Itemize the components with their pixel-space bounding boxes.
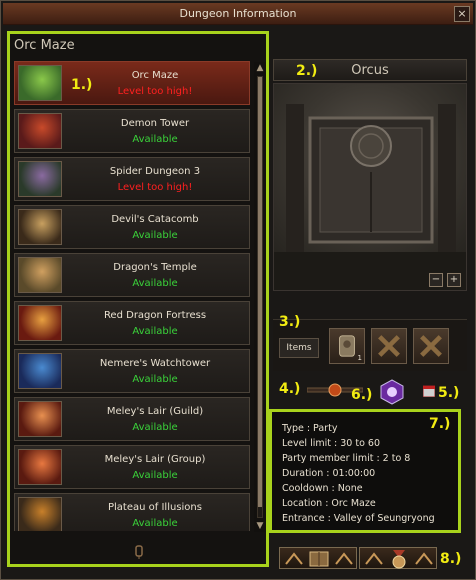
gate-icon bbox=[285, 551, 353, 567]
dungeon-list-item[interactable]: Spider Dungeon 3 Level too high! bbox=[14, 157, 250, 201]
dungeon-thumbnail-icon bbox=[18, 113, 62, 149]
zoom-in-button[interactable]: + bbox=[447, 273, 461, 287]
dungeon-thumbnail-icon bbox=[18, 401, 62, 437]
dungeon-name: Meley's Lair (Group) bbox=[104, 454, 206, 465]
dungeon-name: Spider Dungeon 3 bbox=[109, 166, 201, 177]
dungeon-list-item[interactable]: Meley's Lair (Guild) Available bbox=[14, 397, 250, 441]
items-row: Items 1 bbox=[273, 319, 467, 371]
info-line: Party member limit : 2 to 8 bbox=[282, 453, 411, 464]
scroll-track[interactable] bbox=[257, 76, 263, 518]
key-item-icon bbox=[339, 335, 355, 357]
dungeon-status: Available bbox=[132, 134, 178, 145]
dungeon-list-item[interactable]: Meley's Lair (Group) Available bbox=[14, 445, 250, 489]
marker-5: 5.) bbox=[438, 385, 460, 401]
zoom-out-button[interactable]: − bbox=[429, 273, 443, 287]
dungeon-status: Available bbox=[132, 374, 178, 385]
dungeon-status: Level too high! bbox=[117, 182, 193, 193]
dungeon-status: Available bbox=[132, 326, 178, 337]
dungeon-thumbnail-icon bbox=[18, 161, 62, 197]
marker-6: 6.) bbox=[351, 387, 373, 403]
scroll-thumb[interactable] bbox=[258, 77, 262, 507]
info-line: Duration : 01:00:00 bbox=[282, 468, 376, 479]
marker-7: 7.) bbox=[429, 416, 451, 432]
scroll-up-icon[interactable]: ▲ bbox=[254, 62, 266, 74]
dungeon-status: Available bbox=[132, 278, 178, 289]
marker-3: 3.) bbox=[279, 314, 301, 330]
marker-8: 8.) bbox=[440, 551, 462, 567]
dungeon-name: Dragon's Temple bbox=[113, 262, 197, 273]
info-line: Location : Orc Maze bbox=[282, 498, 376, 509]
dungeon-status: Available bbox=[132, 230, 178, 241]
selected-dungeon-header: Orc Maze bbox=[14, 38, 75, 53]
dungeon-list-item[interactable]: Red Dragon Fortress Available bbox=[14, 301, 250, 345]
dungeon-list-panel: Orc Maze Orc Maze Level too high! Demon To… bbox=[7, 31, 269, 567]
calendar-icon[interactable] bbox=[423, 385, 435, 397]
dungeon-status: Available bbox=[132, 470, 178, 481]
dungeon-name: Demon Tower bbox=[120, 118, 190, 129]
medal-icon bbox=[365, 550, 433, 569]
dungeon-name: Plateau of Illusions bbox=[108, 502, 202, 513]
dungeon-list-item[interactable]: Orc Maze Level too high! bbox=[14, 61, 250, 105]
dungeon-list-item[interactable]: Dragon's Temple Available bbox=[14, 253, 250, 297]
empty-slot-icon bbox=[378, 335, 400, 357]
info-line: Level limit : 30 to 60 bbox=[282, 438, 380, 449]
info-line: Entrance : Valley of Seungryong bbox=[282, 513, 435, 524]
dungeon-info-window: Dungeon Information × Orc Maze Orc Maze L… bbox=[0, 0, 476, 580]
dungeon-list-item[interactable]: Devil's Catacomb Available bbox=[14, 205, 250, 249]
empty-slot-icon bbox=[420, 335, 442, 357]
dungeon-thumbnail-icon bbox=[18, 209, 62, 245]
dungeon-name: Red Dragon Fortress bbox=[103, 310, 207, 321]
marker-2: 2.) bbox=[296, 63, 318, 79]
ranking-button[interactable] bbox=[359, 547, 437, 569]
dungeon-preview-image bbox=[273, 83, 467, 291]
item-slot-key[interactable]: 1 bbox=[329, 328, 365, 364]
lantern-icon bbox=[134, 544, 144, 560]
enter-dungeon-button[interactable] bbox=[279, 547, 357, 569]
info-line: Cooldown : None bbox=[282, 483, 363, 494]
window-title: Dungeon Information bbox=[179, 7, 297, 20]
dungeon-thumbnail-icon bbox=[18, 353, 62, 389]
list-scrollbar[interactable]: ▲ ▼ bbox=[254, 62, 266, 532]
dungeon-status: Available bbox=[132, 518, 178, 529]
dungeon-status: Available bbox=[132, 422, 178, 433]
item-count: 1 bbox=[357, 354, 362, 362]
dungeon-list: Orc Maze Level too high! Demon Tower Availa… bbox=[14, 61, 250, 531]
dungeon-thumbnail-icon bbox=[18, 65, 62, 101]
emblem-icon[interactable] bbox=[379, 379, 405, 405]
dungeon-thumbnail-icon bbox=[18, 449, 62, 485]
close-button[interactable]: × bbox=[454, 6, 470, 22]
items-label: Items bbox=[279, 338, 319, 358]
item-slot-empty-2[interactable] bbox=[413, 328, 449, 364]
scroll-down-icon[interactable]: ▼ bbox=[254, 520, 266, 532]
dungeon-thumbnail-icon bbox=[18, 305, 62, 341]
dungeon-thumbnail-icon bbox=[18, 257, 62, 293]
marker-1: 1.) bbox=[71, 77, 93, 93]
marker-4: 4.) bbox=[279, 381, 301, 397]
info-line: Type : Party bbox=[282, 423, 338, 434]
dungeon-name: Meley's Lair (Guild) bbox=[106, 406, 204, 417]
dungeon-list-item[interactable]: Nemere's Watchtower Available bbox=[14, 349, 250, 393]
dungeon-name: Nemere's Watchtower bbox=[99, 358, 211, 369]
dungeon-thumbnail-icon bbox=[18, 497, 62, 531]
dungeon-list-item[interactable]: Demon Tower Available bbox=[14, 109, 250, 153]
dungeon-list-item[interactable]: Plateau of Illusions Available bbox=[14, 493, 250, 531]
title-bar: Dungeon Information × bbox=[3, 3, 473, 25]
dungeon-name: Devil's Catacomb bbox=[111, 214, 199, 225]
item-slot-empty-1[interactable] bbox=[371, 328, 407, 364]
